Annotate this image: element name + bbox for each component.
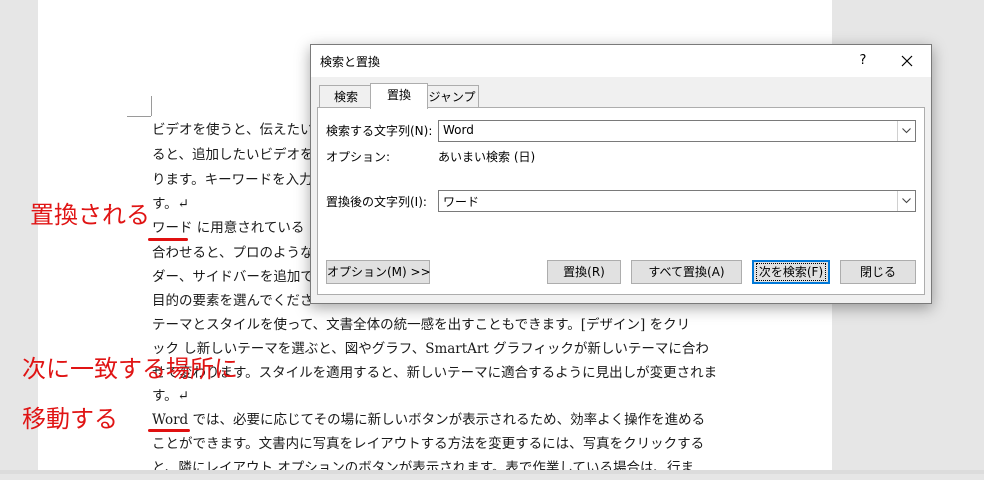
replace-input[interactable]: ワード (438, 190, 916, 212)
highlight-underline (148, 429, 190, 432)
document-line: す。↵ (152, 196, 189, 212)
horizontal-scrollbar[interactable] (0, 470, 984, 474)
document-line: 目的の要素を選んでくださ (152, 293, 314, 309)
find-next-label: 次を検索(F) (755, 263, 827, 281)
find-replace-dialog: 検索と置換 ? 検索 置換 ジャンプ 検索する文字列(N): Word オプショ… (310, 44, 932, 304)
find-next-button[interactable]: 次を検索(F) (752, 260, 830, 284)
document-line: ビデオを使うと、伝えたい (152, 122, 314, 138)
document-line: ります。キーワードを入力 (152, 172, 313, 188)
find-input[interactable]: Word (438, 120, 916, 142)
margin-corner-mark (127, 116, 151, 117)
close-icon (901, 55, 913, 67)
document-line: 合わせると、プロのような (152, 245, 314, 261)
tab-find[interactable]: 検索 (319, 85, 373, 108)
document-line: す。↵ (152, 388, 189, 404)
replace-tab-panel: 検索する文字列(N): Word オプション: あいまい検索 (日) 置換後の文… (317, 107, 925, 295)
document-line: ことができます。文書内に写真をレイアウトする方法を変更するには、写真をクリックす… (152, 436, 705, 452)
document-line: と、隣にレイアウト オプションのボタンが表示されます。表で作業している場合は、行… (152, 460, 694, 476)
annotation-next-match: 次に一致する場所に (22, 355, 238, 383)
document-line: テーマとスタイルを使って、文書全体の統一感を出すこともできます。[デザイン] を… (152, 317, 691, 333)
document-line: Word では、必要に応じてその場に新しいボタンが表示されるため、効率よく操作を… (152, 412, 706, 428)
replace-label: 置換後の文字列(I): (326, 195, 427, 209)
chevron-down-icon (902, 198, 911, 204)
options-value: あいまい検索 (日) (438, 150, 536, 164)
options-label: オプション: (326, 150, 391, 164)
document-line: ダー、サイドバーを追加で (152, 269, 314, 285)
chevron-down-icon (902, 128, 911, 134)
replace-button[interactable]: 置換(R) (547, 260, 621, 284)
close-dialog-button[interactable]: 閉じる (840, 260, 916, 284)
more-options-button[interactable]: オプション(M) >> (326, 260, 431, 284)
document-line: ワード に用意されている (152, 220, 305, 236)
document-line: ると、追加したいビデオを (152, 147, 314, 163)
help-button[interactable]: ? (851, 49, 875, 73)
tab-replace[interactable]: 置換 (370, 83, 428, 109)
annotation-move: 移動する (22, 405, 118, 433)
replace-all-button[interactable]: すべて置換(A) (631, 260, 742, 284)
dialog-titlebar[interactable]: 検索と置換 ? (311, 45, 931, 77)
highlight-underline (148, 238, 188, 241)
annotation-replaced: 置換される (30, 201, 150, 229)
find-label: 検索する文字列(N): (326, 124, 433, 138)
find-dropdown-button[interactable] (897, 121, 915, 141)
dialog-title: 検索と置換 (320, 55, 381, 69)
find-value: Word (443, 123, 474, 137)
tab-goto[interactable]: ジャンプ (425, 85, 479, 108)
margin-corner-mark-vertical (151, 96, 152, 116)
close-button[interactable] (893, 49, 921, 73)
replace-value: ワード (443, 195, 480, 209)
replace-dropdown-button[interactable] (897, 191, 915, 211)
